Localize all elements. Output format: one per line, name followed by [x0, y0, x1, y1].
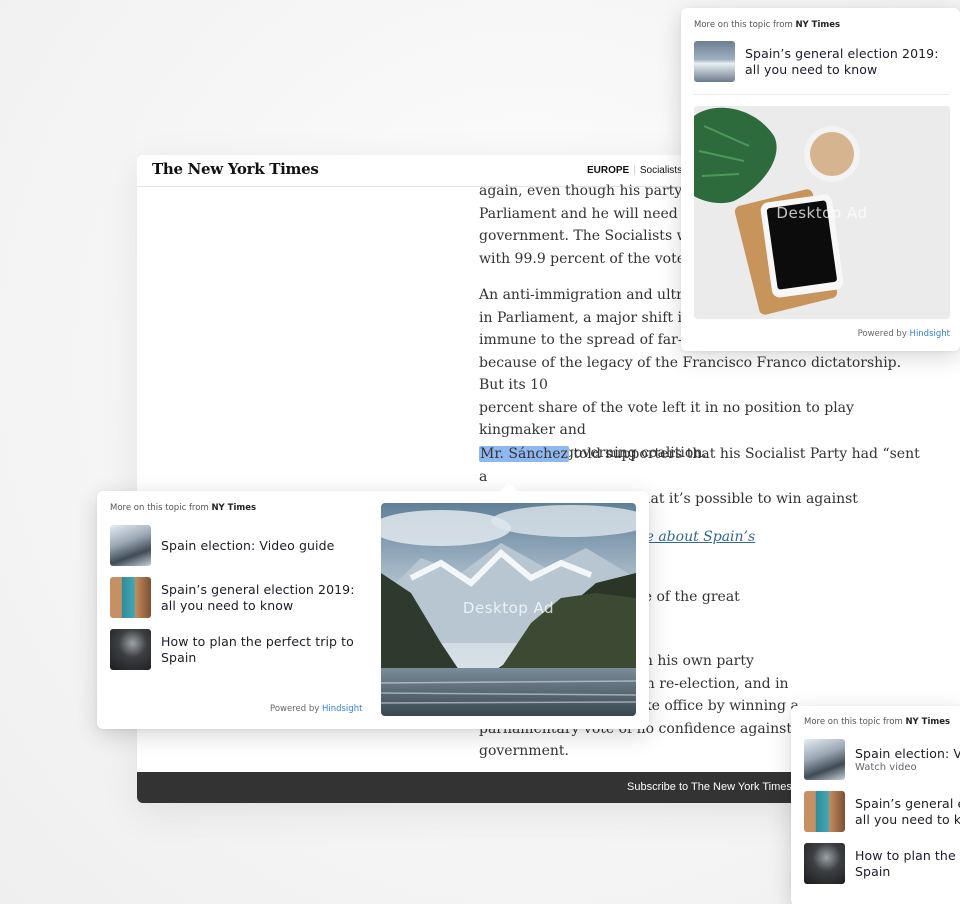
- powered-by[interactable]: Powered by Hindsight: [270, 704, 362, 714]
- item-text: Spain election: Video guide: [161, 538, 334, 554]
- item-title: Spain’s general election 2019: all you n…: [745, 46, 939, 77]
- item-text: Spain’s general e all you need to k: [855, 796, 960, 827]
- section-breadcrumb: EUROPE | Socialists: [587, 165, 682, 176]
- article-thumbnail: [804, 739, 845, 780]
- desktop-ad[interactable]: Desktop Ad: [694, 106, 950, 319]
- popover-divider: [694, 94, 949, 95]
- powered-prefix: Powered by: [857, 329, 910, 339]
- nyt-logo[interactable]: The New York Times: [152, 160, 319, 178]
- heading-prefix: More on this topic from: [694, 20, 796, 30]
- subscribe-text[interactable]: Subscribe to The New York Times: [627, 781, 792, 793]
- heading-prefix: More on this topic from: [110, 503, 212, 513]
- powered-prefix: Powered by: [270, 704, 322, 714]
- related-article-item[interactable]: Spain election: V Watch video: [804, 739, 960, 780]
- ad-label: Desktop Ad: [776, 204, 868, 222]
- ad-label: Desktop Ad: [462, 599, 555, 617]
- related-article-item[interactable]: Spain’s general e all you need to k: [804, 791, 960, 832]
- heading-source: NY Times: [795, 20, 841, 30]
- text-line: because of the legacy of the Francisco F…: [479, 354, 902, 394]
- item-text: How to plan the perfect trip to Spain: [161, 634, 372, 665]
- powered-by[interactable]: Powered by Hindsight: [858, 329, 950, 339]
- item-title: Spain’s general election 2019: all you n…: [161, 582, 355, 613]
- item-text: How to plan the Spain: [855, 848, 956, 879]
- article-thumbnail: [110, 577, 151, 618]
- item-text: Spain’s general election 2019: all you n…: [161, 582, 372, 613]
- article-thumbnail: [694, 41, 735, 82]
- hindsight-popover-bottom: More on this topic from NY Times Spain e…: [791, 706, 960, 904]
- item-title: How to plan the: [855, 848, 956, 863]
- related-article-item[interactable]: How to plan the perfect trip to Spain: [110, 629, 372, 670]
- hindsight-popover-middle: More on this topic from NY Times Spain e…: [97, 482, 649, 729]
- article-thumbnail: [110, 525, 151, 566]
- related-article-item[interactable]: Spain’s general election 2019: all you n…: [694, 41, 949, 82]
- desktop-ad[interactable]: Desktop Ad: [381, 503, 636, 716]
- item-title: Spain election: Video guide: [161, 537, 335, 553]
- highlighted-term[interactable]: Mr. Sánchez: [479, 446, 569, 462]
- hindsight-popover-top: More on this topic from NY Times Spain’s…: [681, 8, 960, 351]
- item-title: Spain election: V: [855, 745, 960, 761]
- hindsight-brand-link[interactable]: Hindsight: [910, 329, 950, 339]
- related-article-item[interactable]: Spain election: Video guide: [110, 525, 372, 566]
- section-socialists[interactable]: Socialists: [640, 165, 682, 176]
- item-subtitle: Watch video: [855, 762, 917, 774]
- related-article-item[interactable]: Spain’s general election 2019: all you n…: [110, 577, 372, 618]
- article-thumbnail: [804, 843, 845, 884]
- text-line: Mr. Sánchez told supporters that his Soc…: [479, 443, 929, 488]
- item-title: How to plan the perfect trip to Spain: [161, 634, 354, 665]
- hindsight-brand-link[interactable]: Hindsight: [322, 704, 362, 714]
- item-text: Spain’s general election 2019: all you n…: [745, 46, 949, 77]
- item-text: Spain election: V Watch video: [855, 746, 960, 774]
- item-title-line2: all you need to k: [855, 811, 960, 827]
- breadcrumb-separator: |: [633, 165, 636, 176]
- item-title: Spain’s general e: [855, 796, 960, 811]
- article-thumbnail: [804, 791, 845, 832]
- popover-heading: More on this topic from NY Times: [110, 503, 256, 513]
- related-article-item[interactable]: How to plan the Spain: [804, 843, 956, 884]
- heading-source: NY Times: [905, 717, 951, 727]
- heading-prefix: More on this topic from: [804, 717, 906, 727]
- heading-source: NY Times: [211, 503, 257, 513]
- section-europe[interactable]: EUROPE: [587, 165, 629, 176]
- text-line: percent share of the vote left it in no …: [479, 399, 854, 439]
- popover-heading: More on this topic from NY Times: [694, 20, 840, 30]
- article-thumbnail: [110, 629, 151, 670]
- popover-heading: More on this topic from NY Times: [804, 717, 950, 727]
- item-title-line2: Spain: [855, 863, 891, 879]
